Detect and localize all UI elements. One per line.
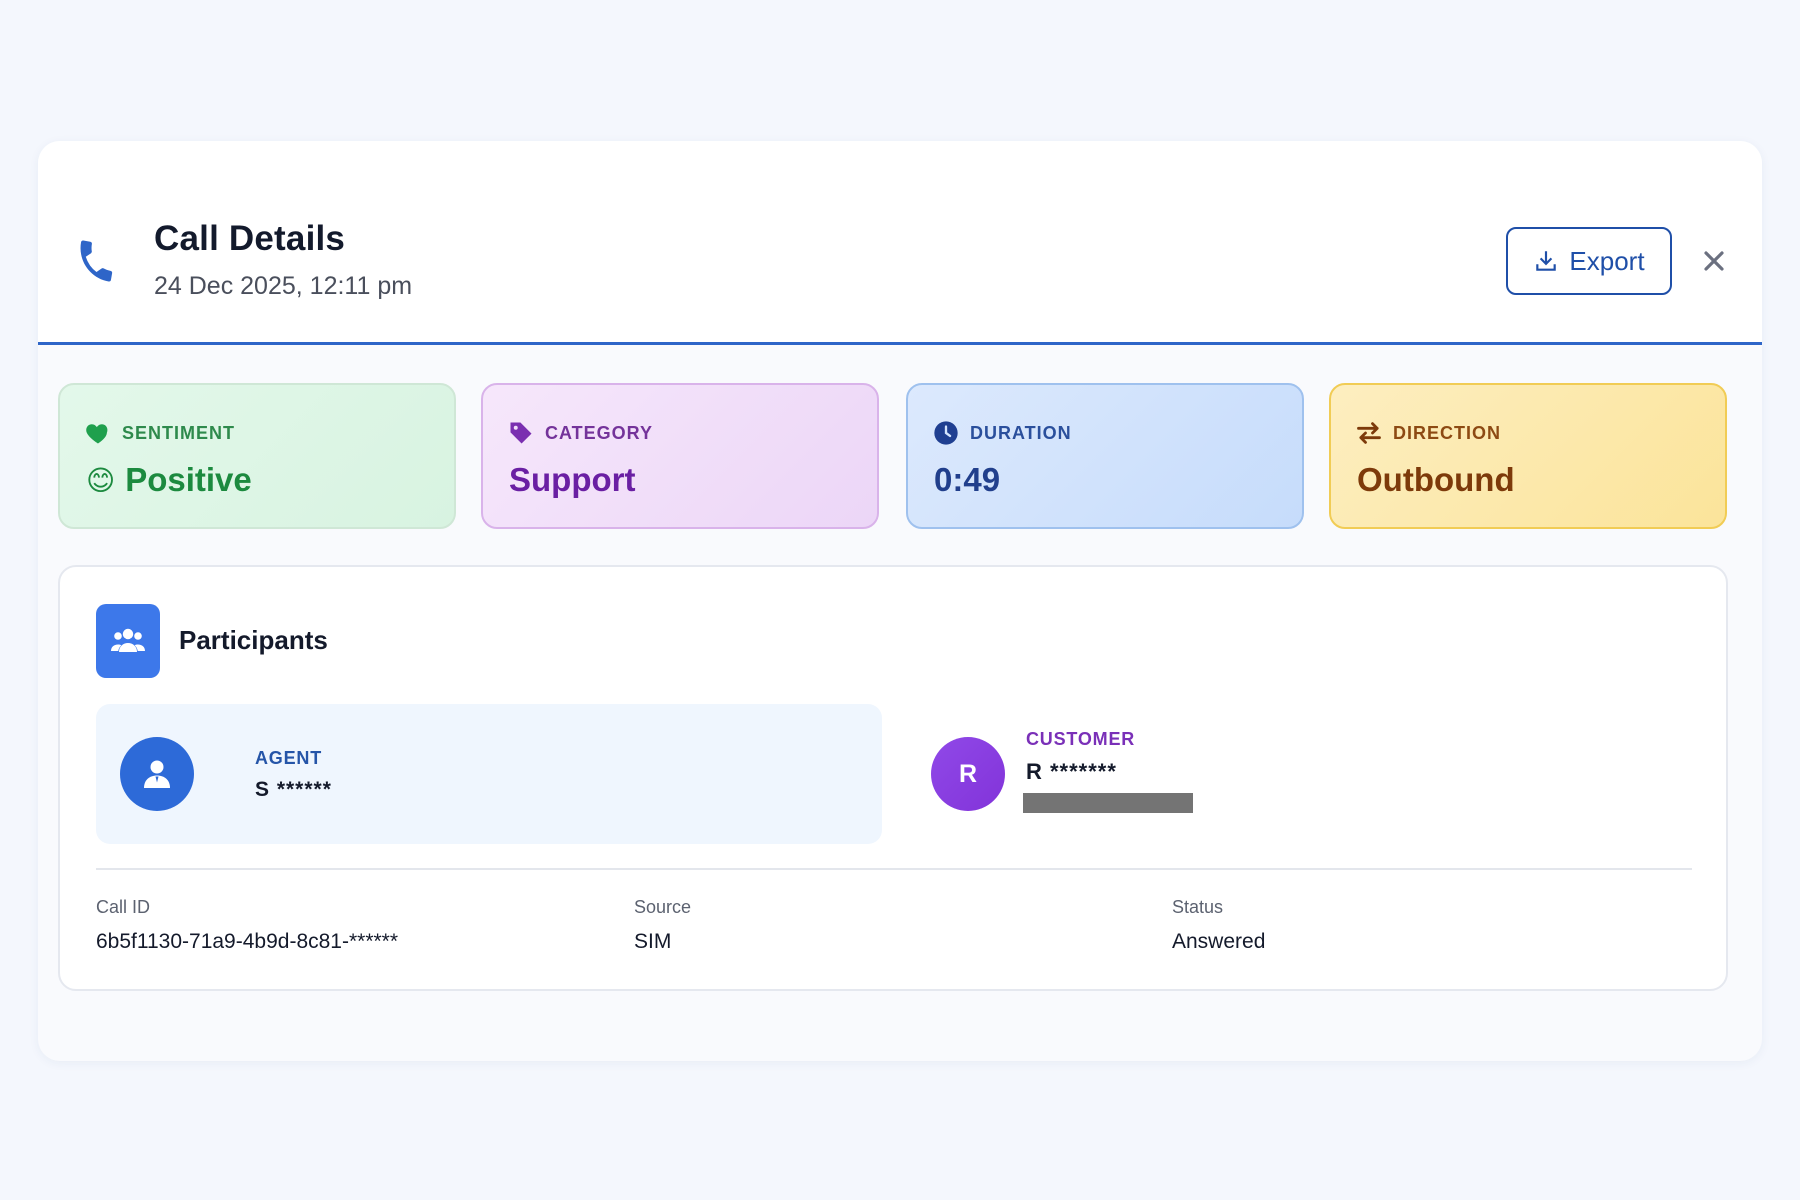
direction-label-row: DIRECTION [1355,419,1501,447]
status-value: Answered [1172,930,1266,953]
sentiment-card: SENTIMENT 😊 Positive [58,383,456,529]
phone-icon [80,240,113,282]
customer-redacted-bar [1023,793,1193,813]
status-field: Status Answered [1172,897,1265,954]
customer-name: R ******* [1026,759,1117,784]
call-id-label: Call ID [96,897,151,917]
category-label-row: CATEGORY [507,419,653,447]
duration-label-row: DURATION [932,419,1072,447]
source-field: Source SIM [634,897,691,954]
page-title: Call Details [154,219,346,258]
direction-value: Outbound [1357,461,1515,498]
export-button[interactable]: Export [1506,227,1672,295]
category-value: Support [509,461,636,498]
duration-value: 0:49 [934,461,1001,498]
download-icon [1536,251,1557,271]
close-icon [1704,251,1724,271]
agent-avatar [120,737,194,811]
users-icon [111,628,145,652]
agent-name: S ****** [255,778,332,801]
call-details-modal: Call Details 24 Dec 2025, 12:11 pm Expor… [38,141,1762,1061]
smiley-icon: 😊 [86,464,116,496]
duration-card: DURATION 0:49 [906,383,1304,529]
sentiment-label: SENTIMENT [122,422,236,443]
source-value: SIM [634,930,672,953]
call-id-value: 6b5f1130-71a9-4b9d-8c81-****** [96,930,399,953]
swap-arrows-icon [1357,422,1381,444]
sentiment-label-row: SENTIMENT [84,419,235,447]
customer-avatar: R [931,737,1005,811]
participants-panel: Participants AGENT S ****** R CUSTOMER R… [58,565,1728,991]
status-label: Status [1172,897,1224,917]
agent-card: AGENT S ****** [96,704,882,844]
category-label: CATEGORY [545,422,654,443]
sentiment-value-row: 😊 Positive [86,461,252,499]
category-card: CATEGORY Support [481,383,879,529]
close-button[interactable] [1694,241,1734,281]
source-label: Source [634,897,692,917]
direction-label: DIRECTION [1393,422,1501,443]
clock-icon [934,421,958,445]
sentiment-value: Positive [125,461,252,498]
direction-card: DIRECTION Outbound [1329,383,1727,529]
export-label: Export [1569,245,1645,276]
duration-label: DURATION [970,422,1072,443]
call-id-field: Call ID 6b5f1130-71a9-4b9d-8c81-****** [96,897,398,954]
participants-icon-box [96,604,160,678]
modal-header: Call Details 24 Dec 2025, 12:11 pm Expor… [38,141,1762,345]
divider [96,868,1692,870]
user-icon [144,760,170,788]
customer-role-label: CUSTOMER [1026,729,1136,749]
participants-title: Participants [179,625,328,655]
tag-icon [510,422,532,444]
call-timestamp: 24 Dec 2025, 12:11 pm [154,272,413,300]
heart-icon [86,424,108,444]
agent-role-label: AGENT [255,748,322,768]
